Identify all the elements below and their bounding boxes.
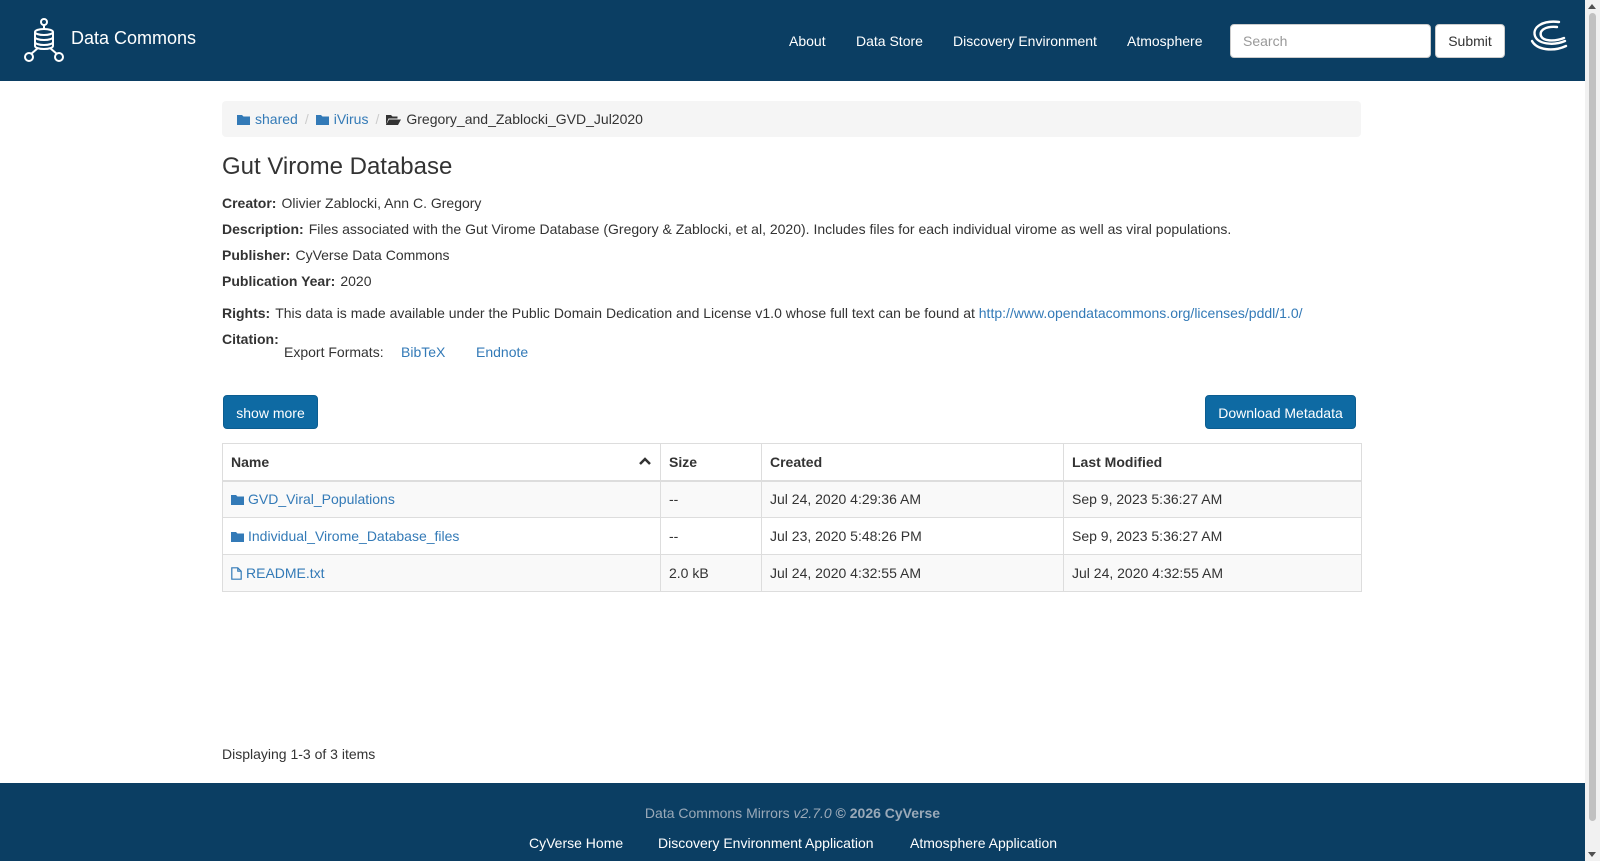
submit-button[interactable]: Submit (1435, 24, 1505, 58)
breadcrumb-separator: / (375, 111, 380, 127)
rights-license-link[interactable]: http://www.opendatacommons.org/licenses/… (979, 305, 1303, 321)
column-label: Size (669, 453, 698, 470)
folder-icon (231, 494, 244, 505)
file-icon (231, 566, 242, 580)
year-row: Publication Year: 2020 (222, 273, 372, 289)
column-header-name[interactable]: Name (222, 443, 661, 482)
modified-cell: Sep 9, 2023 5:36:27 AM (1063, 517, 1362, 555)
breadcrumb-shared[interactable]: shared (237, 111, 298, 127)
creator-row: Creator: Olivier Zablocki, Ann C. Gregory (222, 195, 481, 211)
nav-atmosphere[interactable]: Atmosphere (1127, 33, 1202, 49)
name-cell: README.txt (222, 554, 661, 592)
brand-name: Data Commons (71, 27, 197, 48)
creator-value: Olivier Zablocki, Ann C. Gregory (281, 195, 482, 211)
show-more-button[interactable]: show more (223, 395, 318, 429)
footer-link-atmosphere[interactable]: Atmosphere Application (910, 835, 1057, 851)
name-cell: Individual_Virome_Database_files (222, 517, 661, 555)
citation-label: Citation: (222, 331, 279, 347)
export-endnote-link[interactable]: Endnote (476, 344, 528, 360)
search-input[interactable] (1230, 24, 1431, 58)
row-name: Individual_Virome_Database_files (248, 528, 460, 544)
breadcrumb: shared / iVirus / Gregory_and_Zablocki_G… (222, 101, 1361, 137)
scroll-down-arrow-icon[interactable] (1588, 852, 1596, 857)
publisher-row: Publisher: CyVerse Data Commons (222, 247, 450, 263)
row-link[interactable]: Individual_Virome_Database_files (231, 528, 652, 544)
rights-label: Rights: (222, 305, 271, 321)
description-label: Description: (222, 221, 304, 237)
footer-link-cyverse-home[interactable]: CyVerse Home (529, 835, 623, 851)
pagination-summary: Displaying 1-3 of 3 items (222, 746, 376, 762)
folder-open-icon (386, 114, 402, 125)
table-row: Individual_Virome_Database_files -- Jul … (222, 517, 1362, 555)
folder-icon (231, 531, 244, 542)
table-row: README.txt 2.0 kB Jul 24, 2020 4:32:55 A… (222, 554, 1362, 592)
footer-info: Data Commons Mirrors v2.7.0 © 2026 CyVer… (0, 805, 1585, 821)
rights-row: Rights: This data is made available under… (222, 305, 1303, 321)
creator-label: Creator: (222, 195, 277, 211)
size-cell: 2.0 kB (660, 554, 762, 592)
breadcrumb-label: shared (255, 111, 298, 127)
breadcrumb-label: Gregory_and_Zablocki_GVD_Jul2020 (406, 111, 643, 127)
publisher-label: Publisher: (222, 247, 291, 263)
data-commons-logo-icon (24, 18, 64, 62)
footer: Data Commons Mirrors v2.7.0 © 2026 CyVer… (0, 783, 1585, 861)
breadcrumb-separator: / (304, 111, 309, 127)
page-scrollbar[interactable] (1585, 0, 1600, 861)
column-label: Created (770, 453, 823, 470)
row-link[interactable]: GVD_Viral_Populations (231, 491, 652, 507)
column-label: Name (231, 453, 270, 470)
footer-link-discovery-environment[interactable]: Discovery Environment Application (658, 835, 874, 851)
row-link[interactable]: README.txt (231, 565, 652, 581)
size-cell: -- (660, 517, 762, 555)
nav-about[interactable]: About (789, 33, 826, 49)
scroll-thumb[interactable] (1589, 13, 1596, 821)
modified-cell: Jul 24, 2020 4:32:55 AM (1063, 554, 1362, 592)
size-cell: -- (660, 480, 762, 518)
publisher-value: CyVerse Data Commons (295, 247, 450, 263)
created-cell: Jul 23, 2020 5:48:26 PM (761, 517, 1064, 555)
year-label: Publication Year: (222, 273, 336, 289)
nav-discovery-environment[interactable]: Discovery Environment (953, 33, 1097, 49)
navbar: Data Commons About Data Store Discovery … (0, 0, 1585, 81)
column-header-created[interactable]: Created (761, 443, 1064, 482)
sort-ascending-icon[interactable] (639, 456, 651, 466)
nav-data-store[interactable]: Data Store (856, 33, 923, 49)
breadcrumb-label: iVirus (333, 111, 369, 127)
folder-icon (237, 114, 250, 125)
name-cell: GVD_Viral_Populations (222, 480, 661, 518)
modified-cell: Sep 9, 2023 5:36:27 AM (1063, 480, 1362, 518)
brand-link[interactable]: Data Commons (22, 17, 196, 63)
rights-text: This data is made available under the Pu… (275, 305, 975, 321)
footer-copyright: © 2026 CyVerse (835, 805, 941, 821)
row-name: GVD_Viral_Populations (248, 491, 395, 508)
created-cell: Jul 24, 2020 4:32:55 AM (761, 554, 1064, 592)
column-header-last-modified[interactable]: Last Modified (1063, 443, 1362, 482)
download-metadata-button[interactable]: Download Metadata (1205, 395, 1356, 429)
column-label: Last Modified (1072, 453, 1163, 470)
page-title: Gut Virome Database (222, 153, 453, 180)
row-name: README.txt (246, 565, 325, 581)
created-cell: Jul 24, 2020 4:29:36 AM (761, 480, 1064, 518)
citation-row: Citation: (222, 331, 284, 347)
export-bibtex-link[interactable]: BibTeX (401, 344, 445, 360)
description-row: Description: Files associated with the Gu… (222, 221, 1231, 237)
scroll-up-arrow-icon[interactable] (1588, 4, 1596, 9)
export-formats-label: Export Formats: (284, 344, 384, 360)
breadcrumb-ivirus[interactable]: iVirus (315, 111, 369, 127)
table-row: GVD_Viral_Populations -- Jul 24, 2020 4:… (222, 480, 1362, 518)
cyverse-logo-icon[interactable] (1529, 19, 1569, 53)
folder-icon (315, 114, 329, 125)
footer-app-name: Data Commons Mirrors (644, 805, 790, 821)
file-table: Name Size Created Last Modified GVD_Vira… (222, 443, 1362, 592)
breadcrumb-current: Gregory_and_Zablocki_GVD_Jul2020 (386, 111, 643, 127)
footer-version: v2.7.0 (793, 805, 832, 821)
description-value: Files associated with the Gut Virome Dat… (308, 221, 1232, 237)
year-value: 2020 (340, 273, 372, 289)
column-header-size[interactable]: Size (660, 443, 762, 482)
